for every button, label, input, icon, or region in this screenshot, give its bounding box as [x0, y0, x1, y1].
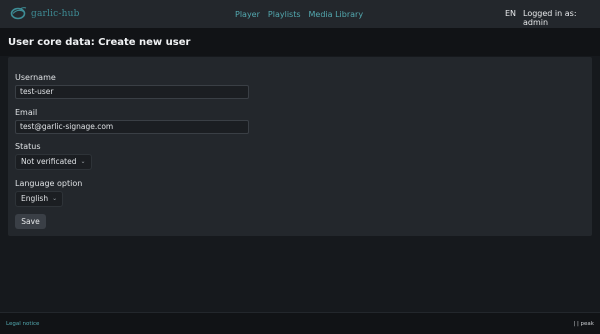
status-select-value: Not verificated: [21, 157, 77, 166]
status-select[interactable]: Not verificated ⌄: [15, 154, 92, 170]
chevron-down-icon: ⌄: [80, 158, 86, 165]
status-label: Status: [15, 142, 41, 151]
legal-notice-link[interactable]: Legal notice: [6, 321, 39, 327]
form-panel: [8, 57, 592, 236]
top-navbar: garlic-hub Player Playlists Media Librar…: [0, 0, 600, 28]
language-label: Language option: [15, 179, 83, 188]
page-title: User core data: Create new user: [8, 37, 191, 48]
save-button[interactable]: Save: [15, 214, 46, 229]
email-input[interactable]: [15, 120, 249, 134]
email-label: Email: [15, 108, 38, 117]
garlic-logo-icon: [10, 5, 28, 24]
chevron-down-icon: ⌄: [52, 195, 58, 202]
username-label: Username: [15, 73, 56, 82]
language-select-value: English: [21, 194, 49, 203]
nav-player[interactable]: Player: [235, 10, 260, 19]
build-info: | | peak: [573, 321, 594, 327]
footer: [0, 312, 600, 334]
nav-media-library[interactable]: Media Library: [309, 10, 364, 19]
user-status[interactable]: Logged in as: admin: [523, 9, 600, 27]
username-input[interactable]: [15, 85, 249, 99]
language-select[interactable]: English ⌄: [15, 191, 64, 207]
nav-playlists[interactable]: Playlists: [268, 10, 301, 19]
logo-text: garlic-hub: [31, 9, 80, 19]
main-nav: Player Playlists Media Library: [235, 0, 363, 28]
logo[interactable]: garlic-hub: [10, 5, 80, 23]
language-switch[interactable]: EN: [505, 9, 516, 18]
